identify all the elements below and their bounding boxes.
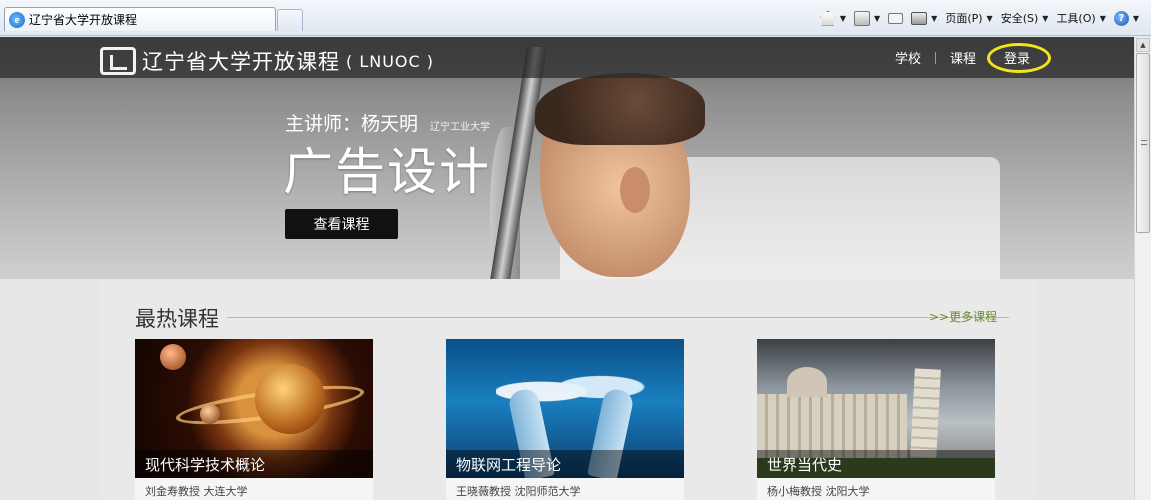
safety-menu[interactable]: 安全(S) ▼ bbox=[997, 7, 1053, 29]
command-bar: ▼ ▼ ▼ 页面(P) ▼ 安全(S) ▼ 工具(O) ▼ ? ▼ bbox=[816, 7, 1143, 29]
nav-school[interactable]: 学校 bbox=[881, 48, 935, 67]
tools-menu-label: 工具(O) bbox=[1056, 12, 1096, 25]
new-tab-button[interactable] bbox=[277, 9, 303, 31]
course-thumbnail[interactable]: 世界当代史 bbox=[757, 339, 995, 478]
mail-button[interactable] bbox=[884, 7, 907, 29]
course-title[interactable]: 现代科学技术概论 bbox=[135, 450, 373, 478]
chevron-down-icon: ▼ bbox=[839, 13, 847, 23]
hot-courses-section: 最热课程 >>更多课程 现代科学技术概论 刘金寿教授 大连大学 物联网工程导论 … bbox=[99, 279, 1035, 500]
course-thumbnail-planet bbox=[160, 344, 186, 370]
print-button[interactable]: ▼ bbox=[907, 7, 941, 29]
course-thumbnail[interactable]: 物联网工程导论 bbox=[446, 339, 684, 478]
course-card[interactable]: 现代科学技术概论 刘金寿教授 大连大学 bbox=[135, 339, 373, 500]
page-viewport: 辽宁省大学开放课程 ( LNUOC ) 学校 课程 登录 主讲师：杨天明 辽宁工… bbox=[0, 37, 1134, 500]
page-menu[interactable]: 页面(P) ▼ bbox=[941, 7, 996, 29]
chevron-down-icon: ▼ bbox=[1042, 13, 1049, 23]
feeds-button[interactable]: ▼ bbox=[850, 7, 884, 29]
course-card[interactable]: 物联网工程导论 王晓薇教授 沈阳师范大学 bbox=[446, 339, 684, 500]
ie-icon: e bbox=[9, 11, 25, 28]
login-highlight-ring bbox=[987, 43, 1051, 73]
course-meta: 刘金寿教授 大连大学 bbox=[145, 485, 248, 498]
course-meta: 王晓薇教授 沈阳师范大学 bbox=[456, 485, 581, 498]
help-button[interactable]: ? ▼ bbox=[1110, 7, 1143, 29]
chevron-down-icon: ▼ bbox=[1099, 13, 1106, 23]
section-title: 最热课程 bbox=[135, 307, 219, 331]
chevron-down-icon: ▼ bbox=[1132, 13, 1139, 23]
course-title[interactable]: 物联网工程导论 bbox=[446, 450, 684, 478]
course-meta: 杨小梅教授 沈阳大学 bbox=[767, 485, 870, 498]
course-thumbnail-planet bbox=[200, 404, 220, 424]
more-courses-link[interactable]: >>更多课程 bbox=[929, 308, 997, 325]
page-menu-label: 页面(P) bbox=[945, 12, 983, 25]
rss-icon bbox=[854, 10, 871, 26]
scroll-up-button[interactable]: ▲ bbox=[1136, 38, 1150, 52]
course-thumbnail-planet bbox=[255, 364, 325, 434]
tab-title: 辽宁省大学开放课程 bbox=[29, 13, 138, 27]
logo-icon bbox=[100, 47, 136, 75]
browser-chrome: e 辽宁省大学开放课程 ▼ ▼ ▼ 页面(P) ▼ 安全(S) ▼ 工具(O) ▼ ?… bbox=[0, 0, 1151, 36]
chevron-down-icon: ▼ bbox=[874, 13, 881, 23]
printer-icon bbox=[911, 11, 928, 25]
site-logo[interactable]: 辽宁省大学开放课程 ( LNUOC ) bbox=[100, 46, 434, 76]
logo-text: 辽宁省大学开放课程 bbox=[142, 50, 340, 74]
logo-subtitle: ( LNUOC ) bbox=[346, 51, 435, 71]
course-card[interactable]: 世界当代史 杨小梅教授 沈阳大学 bbox=[757, 339, 995, 500]
home-button[interactable]: ▼ bbox=[816, 7, 850, 29]
tools-menu[interactable]: 工具(O) ▼ bbox=[1052, 7, 1109, 29]
lecturer-school: 辽宁工业大学 bbox=[430, 122, 491, 133]
home-icon bbox=[819, 10, 836, 26]
chevron-down-icon: ▼ bbox=[931, 13, 938, 23]
hero-banner: 辽宁省大学开放课程 ( LNUOC ) 学校 课程 登录 主讲师：杨天明 辽宁工… bbox=[0, 37, 1134, 279]
view-course-button[interactable]: 查看课程 bbox=[285, 209, 398, 239]
mail-icon bbox=[888, 12, 904, 24]
chevron-down-icon: ▼ bbox=[986, 13, 993, 23]
hero-course-title: 广告设计 bbox=[283, 143, 491, 201]
course-thumbnail[interactable]: 现代科学技术概论 bbox=[135, 339, 373, 478]
scroll-grip-icon bbox=[1141, 140, 1147, 145]
course-title[interactable]: 世界当代史 bbox=[757, 450, 995, 478]
course-thumbnail-dome bbox=[787, 367, 827, 397]
nav-courses[interactable]: 课程 bbox=[936, 48, 990, 67]
safety-menu-label: 安全(S) bbox=[1000, 12, 1039, 25]
section-divider bbox=[227, 317, 1009, 318]
help-icon: ? bbox=[1113, 10, 1129, 26]
vertical-scrollbar[interactable]: ▲ bbox=[1134, 37, 1151, 500]
scroll-thumb[interactable] bbox=[1136, 53, 1150, 233]
browser-tab[interactable]: e 辽宁省大学开放课程 bbox=[4, 7, 276, 31]
hero-image-ear bbox=[620, 167, 650, 213]
